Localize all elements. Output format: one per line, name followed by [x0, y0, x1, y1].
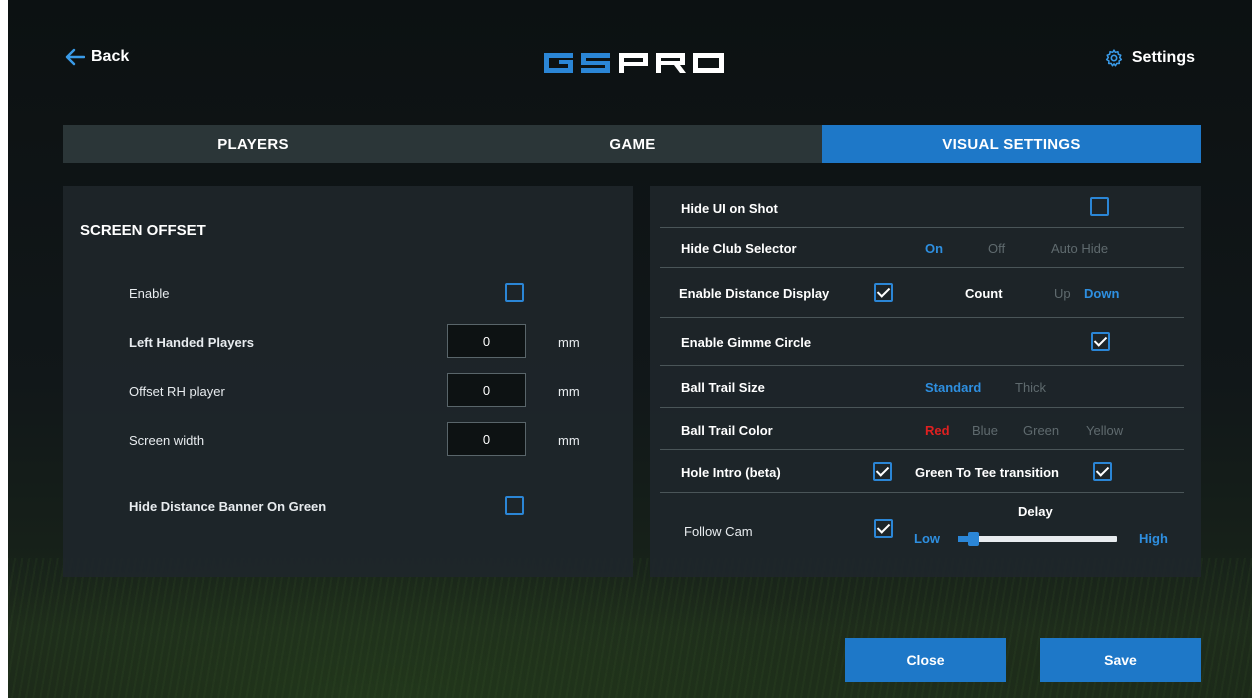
screen-width-unit: mm	[558, 433, 580, 448]
trail-color-red-option[interactable]: Red	[925, 423, 950, 438]
tab-players[interactable]: PLAYERS	[63, 125, 443, 163]
section-title: SCREEN OFFSET	[80, 222, 206, 239]
visual-settings-panel: Hide UI on Shot Hide Club Selector On Of…	[650, 186, 1201, 577]
distance-display-label: Enable Distance Display	[679, 286, 830, 301]
left-handed-input[interactable]	[447, 324, 526, 358]
green-to-tee-label: Green To Tee transition	[915, 465, 1059, 480]
trail-color-blue-option[interactable]: Blue	[972, 423, 998, 438]
distance-display-checkbox[interactable]	[874, 283, 893, 302]
delay-low-label: Low	[914, 531, 940, 546]
follow-cam-checkbox[interactable]	[874, 519, 893, 538]
trail-color-row: Ball Trail Color Red Blue Green Yellow	[660, 408, 1184, 450]
hide-banner-row: Hide Distance Banner On Green	[63, 486, 633, 526]
left-handed-row: Left Handed Players mm	[63, 322, 633, 362]
hide-banner-label: Hide Distance Banner On Green	[129, 499, 327, 514]
offset-rh-row: Offset RH player mm	[63, 371, 633, 411]
delay-high-label: High	[1139, 531, 1168, 546]
trail-size-row: Ball Trail Size Standard Thick	[660, 366, 1184, 408]
trail-size-standard-option[interactable]: Standard	[925, 380, 981, 395]
follow-cam-label: Follow Cam	[684, 524, 753, 539]
left-handed-label: Left Handed Players	[129, 335, 254, 350]
back-label: Back	[91, 48, 130, 65]
offset-rh-label: Offset RH player	[129, 384, 225, 399]
gimme-label: Enable Gimme Circle	[681, 335, 812, 350]
hole-intro-label: Hole Intro (beta)	[681, 465, 781, 480]
gspro-logo	[544, 53, 724, 73]
hole-intro-row: Hole Intro (beta) Green To Tee transitio…	[660, 450, 1184, 493]
back-button[interactable]: Back	[65, 48, 129, 66]
enable-row: Enable	[63, 272, 633, 312]
gear-icon	[1105, 49, 1122, 67]
hide-ui-row: Hide UI on Shot	[660, 186, 1184, 228]
delay-slider-track[interactable]	[958, 536, 1117, 542]
tab-visual-settings[interactable]: VISUAL SETTINGS	[822, 125, 1201, 163]
hide-club-off-option[interactable]: Off	[988, 241, 1005, 256]
screen-width-label: Screen width	[129, 433, 205, 448]
hide-club-label: Hide Club Selector	[681, 241, 797, 256]
count-label: Count	[965, 286, 1003, 301]
screen-width-input[interactable]	[447, 422, 526, 456]
trail-size-label: Ball Trail Size	[681, 380, 765, 395]
tab-game[interactable]: GAME	[443, 125, 822, 163]
enable-label: Enable	[129, 286, 170, 301]
save-button[interactable]: Save	[1040, 638, 1201, 682]
settings-button[interactable]: Settings	[1104, 48, 1195, 68]
trail-color-yellow-option[interactable]: Yellow	[1086, 423, 1123, 438]
count-down-option[interactable]: Down	[1084, 286, 1119, 301]
delay-slider-thumb[interactable]	[968, 532, 980, 546]
settings-label: Settings	[1131, 49, 1195, 66]
hide-ui-checkbox[interactable]	[1090, 197, 1109, 216]
distance-display-row: Enable Distance Display Count Up Down	[660, 268, 1184, 318]
screen-offset-panel: SCREEN OFFSET Enable Left Handed Players…	[63, 186, 633, 577]
hide-club-on-option[interactable]: On	[925, 241, 943, 256]
trail-color-green-option[interactable]: Green	[1023, 423, 1059, 438]
trail-size-thick-option[interactable]: Thick	[1015, 380, 1046, 395]
header: Back Settings	[0, 0, 1252, 110]
left-handed-unit: mm	[558, 335, 580, 350]
follow-cam-row: Follow Cam Delay Low High	[660, 493, 1184, 563]
hide-club-autohide-option[interactable]: Auto Hide	[1051, 241, 1108, 256]
gimme-row: Enable Gimme Circle	[660, 318, 1184, 366]
tab-bar: PLAYERS GAME VISUAL SETTINGS	[63, 125, 1201, 163]
delay-label: Delay	[1018, 504, 1053, 519]
arrow-left-icon	[65, 48, 85, 66]
offset-rh-input[interactable]	[447, 373, 526, 407]
close-button[interactable]: Close	[845, 638, 1006, 682]
enable-checkbox[interactable]	[505, 283, 524, 302]
trail-color-label: Ball Trail Color	[681, 423, 773, 438]
screen-width-row: Screen width mm	[63, 420, 633, 460]
hide-ui-label: Hide UI on Shot	[681, 201, 778, 216]
hole-intro-checkbox[interactable]	[873, 462, 892, 481]
gimme-checkbox[interactable]	[1091, 332, 1110, 351]
offset-rh-unit: mm	[558, 384, 580, 399]
count-up-option[interactable]: Up	[1054, 286, 1071, 301]
hide-banner-checkbox[interactable]	[505, 496, 524, 515]
hide-club-row: Hide Club Selector On Off Auto Hide	[660, 228, 1184, 268]
green-to-tee-checkbox[interactable]	[1093, 462, 1112, 481]
